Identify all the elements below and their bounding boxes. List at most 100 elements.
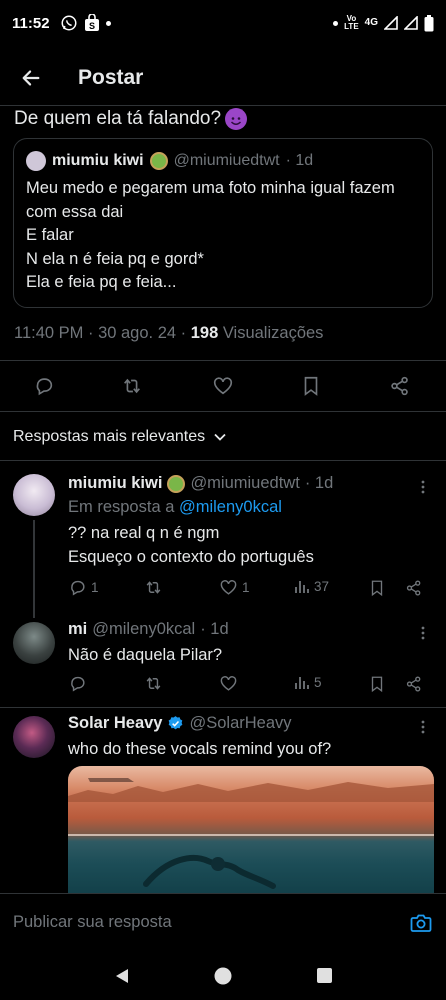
reply-line: who do these vocals remind you of? [68,740,332,758]
reply-body: ?? na real q n é ngm Esqueço o contexto … [68,522,314,569]
reply-time: · 1d [304,474,334,492]
signal-icon [384,16,398,30]
reply-to-prefix: Em resposta a [68,498,179,516]
ocean-swimmer-image [68,778,434,889]
retweet-button[interactable] [144,674,163,693]
like-button[interactable]: 1 [219,578,250,597]
battery-icon [424,14,434,31]
like-icon [220,580,237,595]
post-text: De quem ela tá falando? [14,108,248,130]
divider [0,460,446,461]
quote-time: · 1d [285,152,314,169]
reply-author-name: mi [68,620,88,638]
reply-icon[interactable] [33,375,55,397]
quote-line: E falar [26,226,74,244]
more-options-icon[interactable] [416,626,430,640]
back-triangle-icon[interactable] [113,967,131,985]
replies-sort-dropdown[interactable]: Respostas mais relevantes [13,428,227,446]
views-label: Visualizações [218,324,324,342]
quote-author-handle: @miumiuedtwt [173,152,280,169]
reply-action-bar: 1 1 37 [68,578,428,600]
camera-icon[interactable] [409,911,433,935]
like-button[interactable] [219,674,238,693]
post-action-bar [0,360,446,412]
dot-icon [333,20,339,26]
quoted-post-card[interactable]: miumiu kiwi @miumiuedtwt · 1d Meu medo e… [13,138,433,308]
like-count: 1 [242,580,250,595]
reply-composer[interactable]: Publicar sua resposta [0,893,446,951]
quote-line: Meu medo e pegarem uma foto minha igual … [26,179,395,197]
volte-icon: Vo LTE [344,14,359,31]
share-icon[interactable] [405,675,423,693]
share-icon[interactable] [389,375,411,397]
like-icon [220,676,237,691]
page-title: Postar [78,65,144,89]
svg-text:S: S [89,21,95,31]
avatar[interactable] [26,151,46,171]
whatsapp-icon [61,15,77,31]
views-count: 5 [314,674,322,690]
top-header: Postar [0,50,446,106]
smiling-devil-emoji [225,108,248,130]
more-options-icon[interactable] [416,480,430,494]
kiwi-emoji [149,152,168,170]
avatar[interactable] [13,474,55,516]
back-button[interactable] [18,65,44,91]
post-timestamp: 11:40 PM · 30 ago. 24 · [14,324,191,342]
thread-line [33,520,35,618]
status-time: 11:52 [12,14,50,32]
retweet-icon[interactable] [121,375,143,397]
chevron-down-icon [214,433,226,441]
home-circle-icon[interactable] [213,966,233,986]
bookmark-icon[interactable] [368,675,386,693]
share-icon[interactable] [405,579,423,597]
divider [0,707,446,708]
reply-input[interactable]: Publicar sua resposta [13,913,172,932]
quote-line: N ela n é feia pq e gord* [26,249,204,268]
reply-time: · 1d [200,620,229,638]
reply-count: 1 [91,580,99,595]
waterline [68,834,434,836]
sort-label: Respostas mais relevantes [13,428,206,445]
views-count: 198 [190,324,219,342]
kiwi-emoji [167,474,186,493]
reply-author-handle: @miumiuedtwt [190,474,300,492]
views-chart-icon [295,581,309,593]
quote-body: Meu medo e pegarem uma foto minha igual … [26,177,420,295]
views-button[interactable]: 37 [294,578,329,594]
views-count: 37 [314,578,330,594]
4g-icon: 4G [364,17,378,28]
bookmark-icon[interactable] [300,375,322,397]
retweet-icon [146,677,161,690]
reply-line: ?? na real q n é ngm [68,524,220,542]
post-text-content: De quem ela tá falando? [14,108,222,129]
bookmark-icon[interactable] [368,579,386,597]
avatar[interactable] [13,716,55,758]
status-bar: 11:52 S Vo LTE 4G [0,0,446,46]
reply-author-handle: @mileny0kcal [92,620,196,638]
reply-icon [71,676,85,692]
more-options-icon[interactable] [416,720,430,734]
avatar[interactable] [13,622,55,664]
shopping-bag-icon: S [84,14,99,31]
post-meta: 11:40 PM · 30 ago. 24 · 198 Visualizaçõe… [14,324,323,343]
like-icon[interactable] [212,375,234,397]
retweet-button[interactable] [144,578,163,597]
quote-author-name: miumiu kiwi [52,152,144,169]
reply-body: who do these vocals remind you of? [68,738,331,762]
reply-icon [71,580,85,596]
reply-action-bar: 5 [68,674,428,696]
signal-icon [404,16,418,30]
notification-dot [105,20,111,26]
views-button[interactable]: 5 [294,674,322,690]
reply-author-name: Solar Heavy [68,714,163,732]
reply-to-handle[interactable]: @mileny0kcal [179,498,282,516]
recents-square-icon[interactable] [316,967,333,984]
reply-button[interactable]: 1 [68,578,99,597]
reply-body: Não é daquela Pilar? [68,644,222,668]
reply-line: Não é daquela Pilar? [68,646,223,664]
reply-button[interactable] [68,674,87,693]
reply-to-line: Em resposta a @mileny0kcal [68,496,282,520]
reply-line: Esqueço o contexto do português [68,547,314,566]
reply-media-image[interactable] [68,766,434,896]
